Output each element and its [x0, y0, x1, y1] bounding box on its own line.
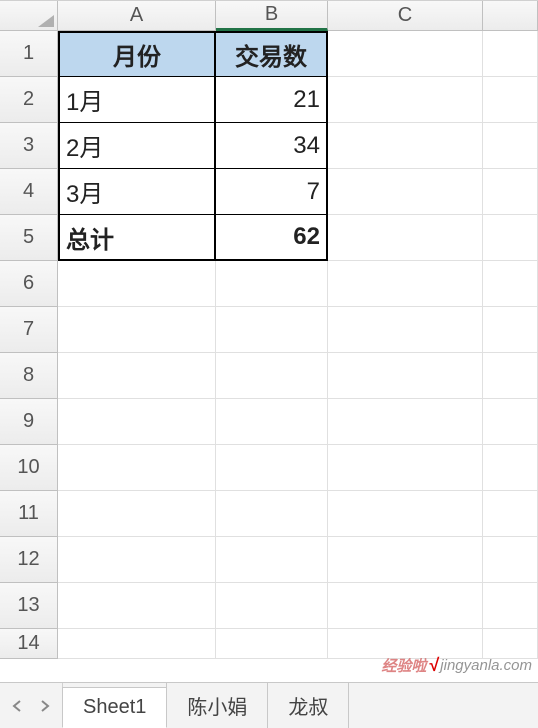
select-all-corner[interactable]	[0, 1, 58, 31]
cell-C9[interactable]	[328, 399, 483, 445]
cell-D10[interactable]	[483, 445, 538, 491]
spreadsheet-grid[interactable]: A B C 1 月份 交易数 2 1月 21 3 2月 34 4 3月 7 5 …	[0, 0, 538, 682]
cell-C10[interactable]	[328, 445, 483, 491]
row-header-12[interactable]: 12	[0, 537, 58, 583]
cell-C5[interactable]	[328, 215, 483, 261]
row-header-13[interactable]: 13	[0, 583, 58, 629]
row-header-2[interactable]: 2	[0, 77, 58, 123]
cell-D11[interactable]	[483, 491, 538, 537]
cell-C4[interactable]	[328, 169, 483, 215]
cell-A8[interactable]	[58, 353, 216, 399]
row-header-9[interactable]: 9	[0, 399, 58, 445]
cell-B13[interactable]	[216, 583, 328, 629]
cell-B14[interactable]	[216, 629, 328, 659]
cell-A9[interactable]	[58, 399, 216, 445]
row-header-7[interactable]: 7	[0, 307, 58, 353]
cell-B11[interactable]	[216, 491, 328, 537]
cell-C1[interactable]	[328, 31, 483, 77]
cell-B9[interactable]	[216, 399, 328, 445]
row-header-4[interactable]: 4	[0, 169, 58, 215]
cell-D3[interactable]	[483, 123, 538, 169]
row-header-14[interactable]: 14	[0, 629, 58, 659]
row-header-11[interactable]: 11	[0, 491, 58, 537]
cell-C7[interactable]	[328, 307, 483, 353]
cell-D12[interactable]	[483, 537, 538, 583]
cell-A14[interactable]	[58, 629, 216, 659]
cell-D6[interactable]	[483, 261, 538, 307]
col-header-C[interactable]: C	[328, 1, 483, 31]
tab-prev-button[interactable]	[10, 699, 24, 713]
cell-A5[interactable]: 总计	[58, 215, 216, 261]
row-header-6[interactable]: 6	[0, 261, 58, 307]
cell-D1[interactable]	[483, 31, 538, 77]
cell-B5[interactable]: 62	[216, 215, 328, 261]
cell-A6[interactable]	[58, 261, 216, 307]
cell-A10[interactable]	[58, 445, 216, 491]
cell-B8[interactable]	[216, 353, 328, 399]
cell-D4[interactable]	[483, 169, 538, 215]
cell-B2[interactable]: 21	[216, 77, 328, 123]
row-header-5[interactable]: 5	[0, 215, 58, 261]
cell-A13[interactable]	[58, 583, 216, 629]
cell-C11[interactable]	[328, 491, 483, 537]
cell-C8[interactable]	[328, 353, 483, 399]
cell-C13[interactable]	[328, 583, 483, 629]
cell-D13[interactable]	[483, 583, 538, 629]
cell-C2[interactable]	[328, 77, 483, 123]
col-header-A[interactable]: A	[58, 1, 216, 31]
cell-C3[interactable]	[328, 123, 483, 169]
row-header-10[interactable]: 10	[0, 445, 58, 491]
cell-B6[interactable]	[216, 261, 328, 307]
cell-A11[interactable]	[58, 491, 216, 537]
chevron-right-icon	[40, 700, 50, 712]
sheet-tabs-list: Sheet1 陈小娟 龙叔	[63, 683, 349, 728]
sheet-tab-chenxiaojuan[interactable]: 陈小娟	[166, 682, 268, 728]
cell-A1[interactable]: 月份	[58, 31, 216, 77]
cell-B4[interactable]: 7	[216, 169, 328, 215]
sheet-tab-bar: Sheet1 陈小娟 龙叔	[0, 682, 538, 728]
chevron-left-icon	[12, 700, 22, 712]
cell-D2[interactable]	[483, 77, 538, 123]
cell-C12[interactable]	[328, 537, 483, 583]
row-header-1[interactable]: 1	[0, 31, 58, 77]
cell-D5[interactable]	[483, 215, 538, 261]
col-header-D[interactable]	[483, 1, 538, 31]
cell-A12[interactable]	[58, 537, 216, 583]
cell-B10[interactable]	[216, 445, 328, 491]
cell-A2[interactable]: 1月	[58, 77, 216, 123]
cell-D14[interactable]	[483, 629, 538, 659]
cell-A4[interactable]: 3月	[58, 169, 216, 215]
cell-A7[interactable]	[58, 307, 216, 353]
tab-next-button[interactable]	[38, 699, 52, 713]
tab-navigation	[0, 683, 63, 728]
cell-C14[interactable]	[328, 629, 483, 659]
col-header-B[interactable]: B	[216, 1, 328, 31]
cell-D8[interactable]	[483, 353, 538, 399]
sheet-tab-sheet1[interactable]: Sheet1	[62, 687, 167, 728]
cell-C6[interactable]	[328, 261, 483, 307]
row-header-3[interactable]: 3	[0, 123, 58, 169]
cell-B1[interactable]: 交易数	[216, 31, 328, 77]
cell-B3[interactable]: 34	[216, 123, 328, 169]
cell-D7[interactable]	[483, 307, 538, 353]
cell-B12[interactable]	[216, 537, 328, 583]
cell-A3[interactable]: 2月	[58, 123, 216, 169]
row-header-8[interactable]: 8	[0, 353, 58, 399]
cell-D9[interactable]	[483, 399, 538, 445]
cell-B7[interactable]	[216, 307, 328, 353]
sheet-tab-longshu[interactable]: 龙叔	[267, 682, 349, 728]
